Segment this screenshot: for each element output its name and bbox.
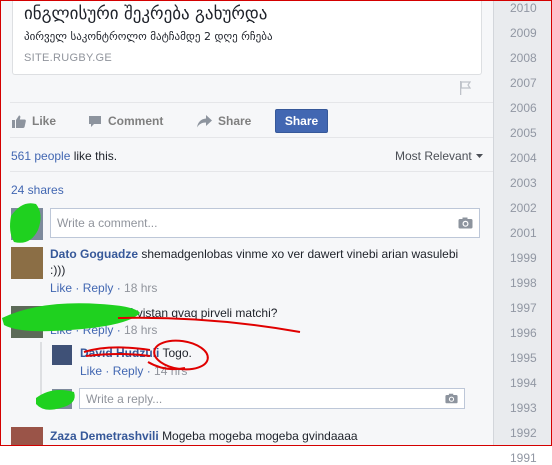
thumbs-up-icon xyxy=(12,115,26,128)
reply-author[interactable]: David Hudzuli xyxy=(80,346,159,360)
reply-input-placeholder: Write a reply... xyxy=(86,391,163,406)
comment-author[interactable]: Zaza Demetrashvili xyxy=(50,429,159,443)
current-user-avatar[interactable] xyxy=(11,208,43,240)
year-link[interactable]: 1994 xyxy=(510,376,546,390)
year-link[interactable]: 2003 xyxy=(510,176,546,190)
year-link[interactable]: 1991 xyxy=(510,451,546,465)
likes-summary: 561 people like this. xyxy=(11,149,117,163)
year-link[interactable]: 2006 xyxy=(510,101,546,115)
comment-like-link[interactable]: Like xyxy=(50,323,72,337)
post-panel: ინგლისური შეკრება გახურდა პირველ საკონტრ… xyxy=(0,0,493,446)
year-link[interactable]: 1995 xyxy=(510,351,546,365)
link-domain: SITE.RUGBY.GE xyxy=(24,52,113,64)
year-link[interactable]: 2008 xyxy=(510,51,546,65)
avatar[interactable] xyxy=(52,345,72,365)
share-action-label: Share xyxy=(218,114,252,128)
shares-count-link[interactable]: 24 shares xyxy=(11,183,64,197)
comment-body: Dato Goguadze shemadgenlobas vinme xo ve… xyxy=(50,247,458,261)
year-link[interactable]: 2002 xyxy=(510,201,546,215)
divider xyxy=(10,137,493,138)
avatar[interactable] xyxy=(11,247,43,279)
link-title[interactable]: ინგლისური შეკრება გახურდა xyxy=(24,4,267,24)
comment-input-placeholder: Write a comment... xyxy=(57,216,158,230)
comment-reply-link[interactable]: Reply xyxy=(83,323,114,337)
divider xyxy=(10,171,493,172)
like-action[interactable]: Like xyxy=(12,109,56,133)
avatar[interactable] xyxy=(11,427,43,446)
action-bar: Like Comment Share Share xyxy=(10,109,480,133)
year-link[interactable]: 1993 xyxy=(510,401,546,415)
share-action[interactable]: Share xyxy=(197,109,251,133)
caret-down-icon xyxy=(476,154,484,159)
current-user-avatar[interactable] xyxy=(52,389,72,409)
comment-timestamp[interactable]: 18 hrs xyxy=(124,323,157,337)
likes-suffix: like this. xyxy=(70,149,118,163)
reply-like-link[interactable]: Like xyxy=(80,364,102,378)
comment-author[interactable]: Dito Gelashvili xyxy=(50,306,133,320)
report-flag-icon[interactable] xyxy=(459,81,471,95)
camera-icon[interactable] xyxy=(458,217,473,229)
share-button[interactable]: Share xyxy=(275,109,328,133)
year-link[interactable]: 2001 xyxy=(510,226,546,240)
reply-thread-line xyxy=(40,342,42,400)
comment-text: vistan gvaq pirveli matchi? xyxy=(136,306,278,320)
year-link[interactable]: 1997 xyxy=(510,301,546,315)
comment-reply-link[interactable]: Reply xyxy=(83,281,114,295)
reply-text: Togo. xyxy=(162,346,192,360)
like-action-label: Like xyxy=(32,114,57,128)
comment-timestamp[interactable]: 18 hrs xyxy=(124,281,157,295)
comment-action[interactable]: Comment xyxy=(88,109,163,133)
year-link[interactable]: 2009 xyxy=(510,26,546,40)
year-link[interactable]: 1996 xyxy=(510,326,546,340)
comment-meta: Like · Reply · 18 hrs xyxy=(50,323,158,337)
comment-text: Mogeba mogeba mogeba gvindaaaa xyxy=(162,429,358,443)
camera-icon[interactable] xyxy=(445,393,458,404)
sort-dropdown-label: Most Relevant xyxy=(395,149,472,163)
reply-body: David Hudzuli Togo. xyxy=(80,346,192,360)
comment-author[interactable]: Dato Goguadze xyxy=(50,247,138,261)
year-link[interactable]: 2005 xyxy=(510,126,546,140)
comment-text: shemadgenlobas vinme xo ver dawert vineb… xyxy=(141,247,459,261)
comment-body: Dito Gelashvili vistan gvaq pirveli matc… xyxy=(50,306,277,320)
likes-count-link[interactable]: 561 people xyxy=(11,149,70,163)
divider xyxy=(10,102,493,103)
year-link[interactable]: 2010 xyxy=(510,1,546,15)
comment-action-label: Comment xyxy=(108,114,164,128)
avatar[interactable] xyxy=(11,306,43,338)
year-link[interactable]: 2007 xyxy=(510,76,546,90)
link-description: პირველ საკონტროლო მატჩამდე 2 დღე რჩება xyxy=(24,30,273,43)
link-preview-card[interactable]: ინგლისური შეკრება გახურდა პირველ საკონტრ… xyxy=(12,0,482,75)
reply-reply-link[interactable]: Reply xyxy=(113,364,144,378)
year-sidebar: 2010 2009 2008 2007 2006 2005 2004 2003 2002 2001… xyxy=(493,0,552,465)
comment-bubble-icon xyxy=(89,115,101,127)
reply-meta: Like · Reply · 14 hrs xyxy=(80,364,188,378)
share-arrow-icon xyxy=(197,114,212,127)
reply-input[interactable]: Write a reply... xyxy=(79,388,465,409)
year-link[interactable]: 1992 xyxy=(510,426,546,440)
year-link[interactable]: 2004 xyxy=(510,151,546,165)
comment-meta: Like · Reply · 18 hrs xyxy=(50,281,158,295)
year-link[interactable]: 1999 xyxy=(510,251,546,265)
year-link[interactable]: 1998 xyxy=(510,276,546,290)
comment-body: Zaza Demetrashvili Mogeba mogeba mogeba … xyxy=(50,429,358,443)
comment-like-link[interactable]: Like xyxy=(50,281,72,295)
reply-timestamp[interactable]: 14 hrs xyxy=(154,364,187,378)
sort-dropdown[interactable]: Most Relevant xyxy=(395,149,484,163)
comment-text-continued: :))) xyxy=(50,263,66,277)
comment-input[interactable]: Write a comment... xyxy=(50,208,480,238)
